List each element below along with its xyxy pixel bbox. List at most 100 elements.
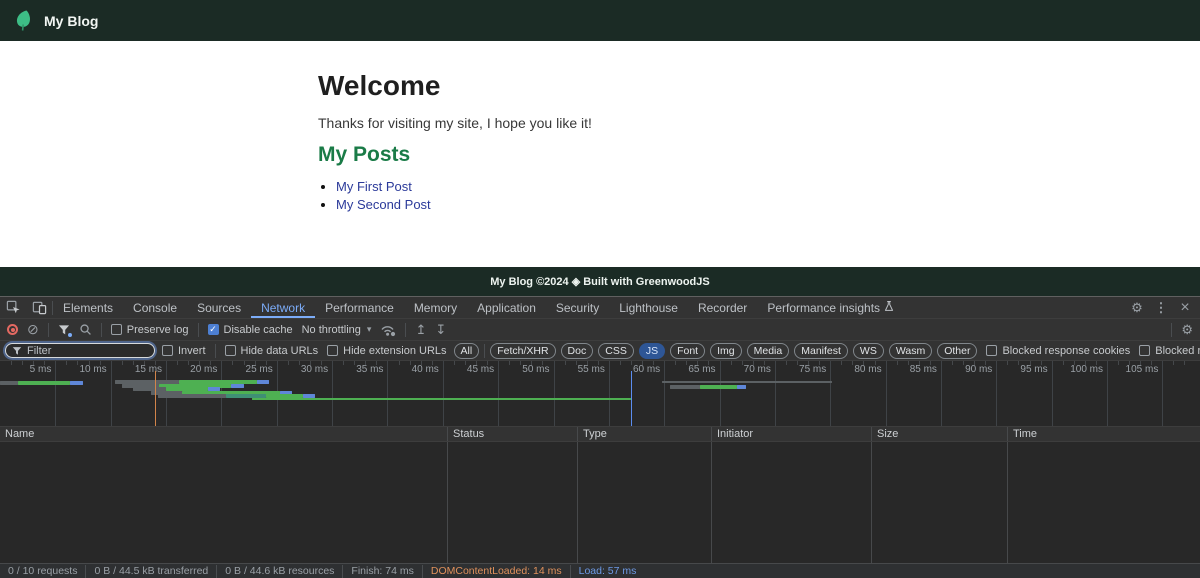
timeline-gridline	[111, 361, 112, 426]
request-table-header: NameStatusTypeInitiatorSizeTime	[0, 427, 1200, 442]
timeline-gridline	[498, 361, 499, 426]
filter-pill-img[interactable]: Img	[710, 343, 742, 359]
filter-pill-css[interactable]: CSS	[598, 343, 634, 359]
timeline-gridline	[830, 361, 831, 426]
request-table-body	[0, 442, 1200, 563]
network-settings-gear-icon[interactable]: ⚙	[1181, 322, 1193, 338]
checkbox-preserve-log[interactable]: Preserve log	[111, 324, 189, 336]
tab-performance[interactable]: Performance	[315, 297, 404, 318]
record-network-log-button[interactable]	[7, 324, 18, 335]
filter-pill-all[interactable]: All	[454, 343, 480, 359]
checkbox-hide-data-urls[interactable]: Hide data URLs	[225, 345, 319, 357]
column-header-initiator[interactable]: Initiator	[712, 427, 872, 441]
timeline-gridline	[443, 361, 444, 426]
export-har-icon[interactable]: ↧	[435, 322, 446, 338]
checkbox-disable-cache[interactable]: Disable cache	[208, 324, 293, 336]
active-filter-dot	[68, 333, 72, 337]
filter-pill-media[interactable]: Media	[747, 343, 790, 359]
column-header-size[interactable]: Size	[872, 427, 1008, 441]
timeline-tick-label: 50 ms	[504, 364, 550, 375]
divider	[484, 344, 485, 358]
column-divider	[1007, 442, 1008, 563]
tab-security[interactable]: Security	[546, 297, 609, 318]
filter-input-wrap	[5, 343, 155, 358]
timeline-gridline	[554, 361, 555, 426]
load-event-marker	[631, 371, 633, 426]
timeline-tick-label: 75 ms	[780, 364, 826, 375]
checkbox-hide-extension-urls[interactable]: Hide extension URLs	[327, 345, 446, 357]
timeline-gridline	[332, 361, 333, 426]
filter-pill-js[interactable]: JS	[639, 343, 665, 359]
filter-pill-wasm[interactable]: Wasm	[889, 343, 932, 359]
tab-console[interactable]: Console	[123, 297, 187, 318]
list-item: My First Post	[336, 178, 882, 196]
inspect-element-button[interactable]	[0, 297, 26, 318]
tab-recorder[interactable]: Recorder	[688, 297, 757, 318]
column-header-name[interactable]: Name	[0, 427, 448, 441]
tab-lighthouse[interactable]: Lighthouse	[609, 297, 688, 318]
filter-pill-manifest[interactable]: Manifest	[794, 343, 848, 359]
tab-memory[interactable]: Memory	[404, 297, 467, 318]
column-divider	[711, 442, 712, 563]
checkbox-box	[208, 324, 219, 335]
intro-text: Thanks for visiting my site, I hope you …	[318, 115, 882, 131]
checkbox-label: Preserve log	[127, 324, 189, 336]
network-conditions-icon[interactable]	[380, 323, 396, 337]
column-header-time[interactable]: Time	[1008, 427, 1200, 441]
checkbox-box	[327, 345, 338, 356]
filter-input[interactable]	[5, 343, 155, 358]
tab-elements[interactable]: Elements	[53, 297, 123, 318]
import-har-icon[interactable]: ↥	[415, 322, 426, 338]
checkbox-invert[interactable]: Invert	[162, 345, 206, 357]
tab-application[interactable]: Application	[467, 297, 546, 318]
waterfall-segment	[18, 381, 70, 385]
site-footer: My Blog ©2024 ◈ Built with GreenwoodJS	[0, 267, 1200, 296]
column-header-type[interactable]: Type	[578, 427, 712, 441]
waterfall-segment	[158, 394, 226, 398]
tab-label: Recorder	[698, 301, 747, 315]
filter-pill-font[interactable]: Font	[670, 343, 705, 359]
column-header-status[interactable]: Status	[448, 427, 578, 441]
tab-label: Performance insights	[767, 301, 880, 315]
timeline-gridline	[996, 361, 997, 426]
divider	[405, 323, 406, 337]
waterfall-segment	[0, 381, 18, 385]
tab-network[interactable]: Network	[251, 297, 315, 318]
network-overview-timeline[interactable]: 5 ms10 ms15 ms20 ms25 ms30 ms35 ms40 ms4…	[0, 361, 1200, 427]
checkbox-blocked-response-cookies[interactable]: Blocked response cookies	[986, 345, 1130, 357]
settings-gear-icon[interactable]: ⚙	[1126, 300, 1148, 316]
device-toolbar-button[interactable]	[26, 297, 52, 318]
post-link-second[interactable]: My Second Post	[336, 197, 431, 212]
column-divider	[447, 442, 448, 563]
tab-label: Network	[261, 301, 305, 315]
network-toolbar: ⊘ Preserve log Disable cache No throttli…	[0, 319, 1200, 341]
clear-network-log-icon[interactable]: ⊘	[27, 321, 39, 338]
filter-pill-doc[interactable]: Doc	[561, 343, 594, 359]
more-options-icon[interactable]: ⋮	[1150, 300, 1172, 316]
timeline-tick-label: 30 ms	[282, 364, 328, 375]
timeline-tick-label: 100 ms	[1057, 364, 1103, 375]
timeline-tick-label: 10 ms	[61, 364, 107, 375]
tab-performance-insights[interactable]: Performance insights	[757, 297, 904, 318]
throttling-select[interactable]: No throttling ▾	[302, 324, 372, 336]
my-posts-heading: My Posts	[318, 143, 882, 167]
checkbox-blocked-requests[interactable]: Blocked requests	[1139, 345, 1200, 357]
filter-toggle-icon[interactable]	[58, 324, 70, 336]
status-item: 0 / 10 requests	[0, 565, 86, 578]
post-link-first[interactable]: My First Post	[336, 179, 412, 194]
close-devtools-icon[interactable]: ×	[1174, 299, 1196, 317]
timeline-tick-label: 5 ms	[5, 364, 51, 375]
search-icon[interactable]	[79, 323, 92, 336]
tab-sources[interactable]: Sources	[187, 297, 251, 318]
timeline-tick-label: 105 ms	[1112, 364, 1158, 375]
filter-pill-other[interactable]: Other	[937, 343, 977, 359]
timeline-tick-label: 55 ms	[559, 364, 605, 375]
throttling-value: No throttling	[302, 324, 361, 336]
filter-pill-ws[interactable]: WS	[853, 343, 884, 359]
filter-pill-fetch-xhr[interactable]: Fetch/XHR	[490, 343, 555, 359]
timeline-tick-label: 90 ms	[946, 364, 992, 375]
tab-label: Elements	[63, 301, 113, 315]
checkbox-box	[1139, 345, 1150, 356]
waterfall-segment	[670, 385, 700, 389]
checkbox-label: Hide extension URLs	[343, 345, 446, 357]
